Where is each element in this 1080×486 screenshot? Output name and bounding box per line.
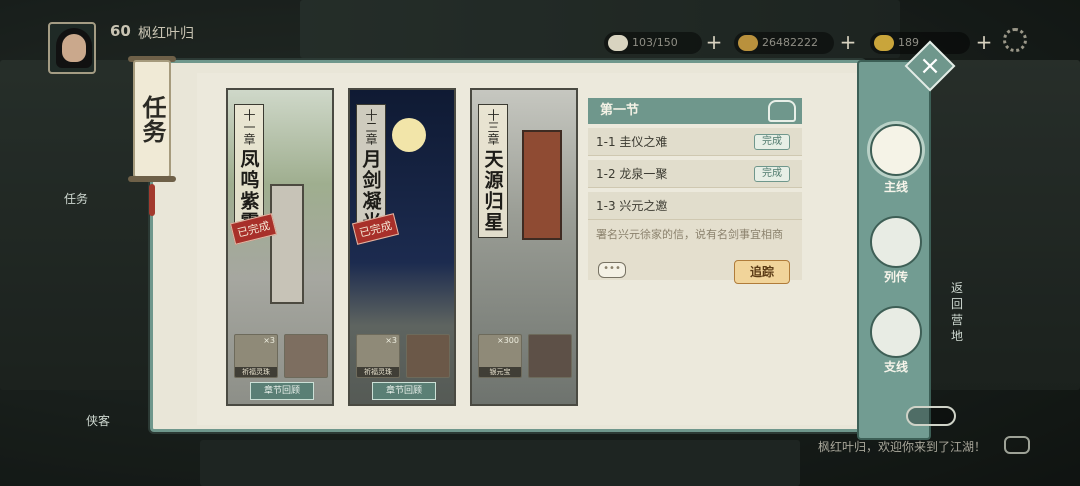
player-avatar-frame[interactable] bbox=[48, 22, 96, 74]
reward-qty: ×3 bbox=[385, 336, 397, 345]
chapter-card-12[interactable]: 十二章 月剑凝光 已完成 ×3 祈福灵珠 章节回顾 bbox=[348, 88, 456, 406]
settings-gear-icon[interactable] bbox=[1003, 28, 1027, 52]
chapter-title-13: 十三章 天源归星 bbox=[478, 104, 508, 238]
tab-side-quest[interactable]: 支线 bbox=[859, 358, 933, 375]
player-name: 枫红叶归 bbox=[138, 26, 194, 42]
left-hero-label[interactable]: 侠客 bbox=[86, 412, 110, 429]
reward-caption: 祈福灵珠 bbox=[235, 367, 277, 377]
task-done-badge: 完成 bbox=[754, 166, 790, 182]
ingot-icon bbox=[874, 35, 894, 51]
tassel-decoration bbox=[149, 184, 155, 216]
close-icon: × bbox=[919, 51, 941, 81]
chest-reward-icon[interactable] bbox=[768, 100, 796, 122]
task-description-text: 署名兴元徐家的信，说有名剑事宜相商 bbox=[596, 228, 783, 241]
side-quest-icon[interactable] bbox=[870, 306, 922, 358]
section-header: 第一节 bbox=[588, 98, 802, 124]
reward-portrait[interactable] bbox=[284, 334, 328, 378]
reward-item[interactable]: ×3 祈福灵珠 bbox=[234, 334, 278, 378]
chapter-number: 十三章 bbox=[486, 109, 500, 145]
reward-caption: 银元宝 bbox=[479, 367, 521, 377]
reward-caption: 祈福灵珠 bbox=[357, 367, 399, 377]
panel-title: 任务 bbox=[138, 95, 167, 143]
moon-icon bbox=[392, 118, 426, 152]
coin-icon bbox=[738, 35, 758, 51]
dialogue-icon[interactable]: ••• bbox=[598, 262, 626, 278]
task-row-active[interactable]: 1-3 兴元之邀 bbox=[588, 192, 802, 220]
chat-icon[interactable] bbox=[1004, 436, 1030, 454]
add-ingot-button[interactable]: + bbox=[974, 32, 994, 53]
chapter-card-11[interactable]: 十一章 凤鸣紫霄 已完成 ×3 祈福灵珠 章节回顾 bbox=[226, 88, 334, 406]
reward-portrait[interactable] bbox=[406, 334, 450, 378]
task-done-badge: 完成 bbox=[754, 134, 790, 150]
toggle-switch[interactable] bbox=[906, 406, 956, 426]
tab-biography[interactable]: 列传 bbox=[859, 268, 933, 285]
return-camp-button[interactable]: 返回营地 bbox=[951, 280, 969, 344]
reward-item[interactable]: ×3 祈福灵珠 bbox=[356, 334, 400, 378]
chapter-review-button[interactable]: 章节回顾 bbox=[372, 382, 436, 400]
section-title: 第一节 bbox=[600, 103, 640, 118]
pagoda-image bbox=[522, 130, 562, 240]
stamina-value: 103/150 bbox=[632, 36, 678, 49]
task-label: 1-3 兴元之邀 bbox=[596, 199, 668, 213]
scroll-rod-bottom bbox=[128, 176, 176, 182]
biography-icon[interactable] bbox=[870, 216, 922, 268]
left-task-label[interactable]: 任务 bbox=[64, 190, 88, 207]
stamina-icon bbox=[608, 35, 628, 51]
chapter-number: 十二章 bbox=[364, 109, 378, 145]
chapter-card-13[interactable]: 十三章 天源归星 ×300 银元宝 bbox=[470, 88, 578, 406]
add-stamina-button[interactable]: + bbox=[704, 32, 724, 53]
stamina-counter: 103/150 bbox=[604, 32, 702, 54]
add-coin-button[interactable]: + bbox=[838, 32, 858, 53]
coin-value: 26482222 bbox=[762, 36, 818, 49]
chapter-number: 十一章 bbox=[242, 109, 256, 145]
game-screen: 60 枫红叶归 103/150 + 26482222 + 189 + 任务 侠客… bbox=[0, 0, 1080, 486]
chapter-review-button[interactable]: 章节回顾 bbox=[250, 382, 314, 400]
task-label: 1-2 龙泉一聚 bbox=[596, 167, 668, 181]
section-panel: 第一节 1-1 圭仪之难 完成 1-2 龙泉一聚 完成 1-3 兴元之邀 署名兴… bbox=[588, 98, 802, 280]
player-level: 60 bbox=[110, 22, 131, 40]
task-label: 1-1 圭仪之难 bbox=[596, 135, 668, 149]
task-row[interactable]: 1-1 圭仪之难 完成 bbox=[588, 128, 802, 156]
track-button[interactable]: 追踪 bbox=[734, 260, 790, 284]
chat-message[interactable]: 枫红叶归，欢迎你来到了江湖！ bbox=[818, 438, 986, 455]
panel-title-scroll: 任务 bbox=[133, 60, 171, 178]
reward-portrait[interactable] bbox=[528, 334, 572, 378]
avatar[interactable] bbox=[48, 22, 96, 74]
tab-main-quest[interactable]: 主线 bbox=[859, 178, 933, 195]
quest-type-tabs: 主线 列传 支线 bbox=[857, 60, 931, 440]
reward-qty: ×300 bbox=[497, 336, 519, 345]
ingot-value: 189 bbox=[898, 36, 919, 49]
tower-image bbox=[270, 184, 304, 304]
reward-qty: ×3 bbox=[263, 336, 275, 345]
main-quest-icon[interactable] bbox=[870, 124, 922, 176]
coin-counter: 26482222 bbox=[734, 32, 834, 54]
chapter-name: 天源归星 bbox=[481, 149, 504, 233]
task-row[interactable]: 1-2 龙泉一聚 完成 bbox=[588, 160, 802, 188]
reward-item[interactable]: ×300 银元宝 bbox=[478, 334, 522, 378]
